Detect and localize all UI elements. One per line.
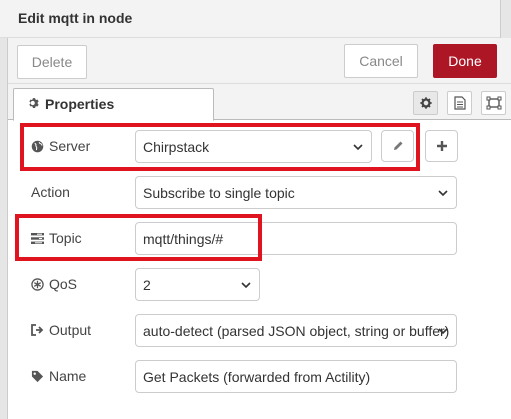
tab-properties-label: Properties: [45, 96, 115, 112]
gear-icon: [419, 97, 432, 109]
appearance-icon: [486, 96, 501, 110]
qos-value: 2: [143, 276, 151, 293]
plus-icon: [436, 141, 447, 151]
header-edge: [500, 0, 511, 38]
description-icon: [453, 96, 466, 110]
dialog-left-edge: [0, 38, 8, 419]
add-server-button[interactable]: [425, 130, 458, 162]
tag-icon: [31, 370, 44, 382]
chevron-down-icon: [438, 328, 448, 335]
properties-tab-button[interactable]: [413, 91, 438, 115]
description-tab-button[interactable]: [447, 91, 472, 115]
qos-select[interactable]: 2: [135, 268, 260, 301]
output-value: auto-detect (parsed JSON object, string …: [143, 322, 450, 339]
action-label-text: Action: [31, 184, 70, 200]
delete-button[interactable]: Delete: [17, 45, 87, 79]
dialog-title: Edit mqtt in node: [18, 10, 133, 26]
cancel-button[interactable]: Cancel: [344, 44, 418, 78]
action-label: Action: [31, 184, 70, 200]
chevron-down-icon: [438, 190, 448, 197]
chevron-down-icon: [241, 282, 251, 289]
output-select[interactable]: auto-detect (parsed JSON object, string …: [135, 314, 457, 347]
qos-label-text: QoS: [49, 276, 78, 292]
qos-label: QoS: [31, 276, 77, 292]
done-button[interactable]: Done: [433, 44, 497, 78]
name-label: Name: [31, 368, 86, 384]
action-value: Subscribe to single topic: [143, 184, 295, 201]
name-label-text: Name: [49, 368, 87, 384]
qos-icon: [31, 277, 44, 291]
topic-highlight-box: [15, 214, 262, 261]
output-label: Output: [31, 322, 91, 338]
sign-out-icon: [31, 324, 44, 336]
server-highlight-box: [20, 123, 420, 171]
gear-icon: [29, 98, 39, 108]
name-value: Get Packets (forwarded from Actility): [143, 368, 371, 385]
tab-properties[interactable]: Properties: [13, 88, 214, 121]
dialog-header: Edit mqtt in node: [0, 0, 511, 38]
action-select[interactable]: Subscribe to single topic: [135, 176, 457, 209]
output-label-text: Output: [49, 322, 92, 338]
name-input[interactable]: Get Packets (forwarded from Actility): [135, 360, 457, 393]
appearance-tab-button[interactable]: [481, 91, 506, 115]
